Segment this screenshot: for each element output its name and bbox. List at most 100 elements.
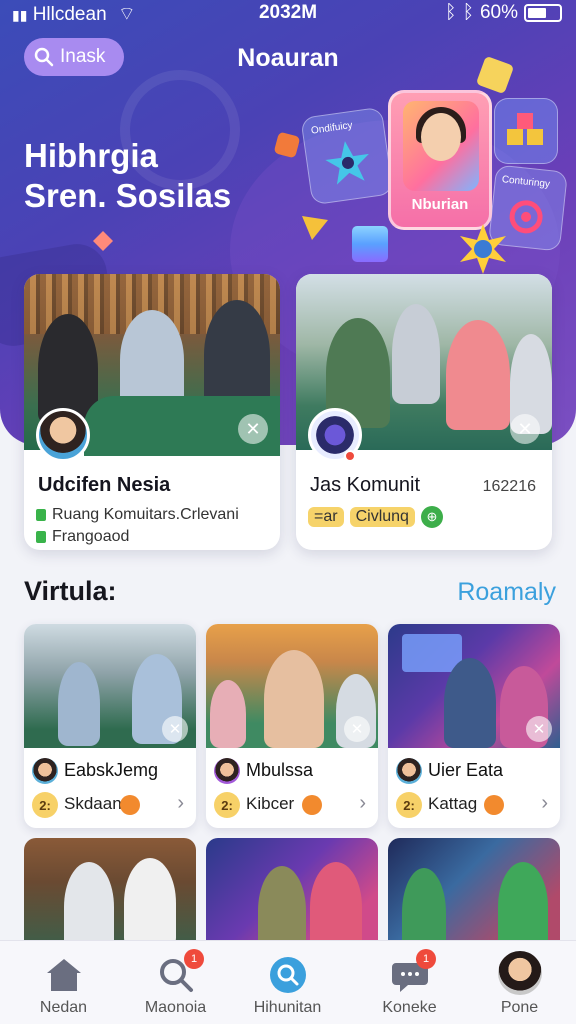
person-figure — [210, 680, 246, 748]
person-figure — [444, 658, 496, 748]
bluetooth-icon: ᛒ — [462, 2, 474, 23]
avatar[interactable] — [36, 408, 90, 462]
avatar — [214, 758, 240, 784]
nav-label: Pone — [500, 999, 539, 1016]
featured-name: Udcifen Nesia — [38, 474, 171, 496]
chevron-right-icon[interactable]: › — [541, 792, 548, 815]
emoji-icon: 2: — [32, 792, 58, 818]
bluetooth-icon: ᛒ — [445, 2, 457, 23]
emoji-icon: 2: — [396, 792, 422, 818]
featured-card[interactable]: ✕ Udcifen Nesia Ruang Komuitars.Crlevani… — [24, 274, 280, 550]
featured-detail-text: Frangoaod — [52, 528, 130, 545]
profile-avatar — [498, 951, 542, 995]
section-title: Virtula: — [24, 576, 117, 606]
reaction-icon — [302, 795, 322, 815]
member-count: 162216 — [482, 478, 536, 495]
nav-item-home[interactable]: Nedan — [6, 941, 121, 1024]
close-icon[interactable]: ✕ — [162, 716, 188, 742]
community-card[interactable]: ✕ EabskJemg 2: Skdaan › — [24, 624, 196, 828]
star-icon — [325, 141, 369, 185]
featured-detail: Frangoaod — [36, 528, 129, 546]
nav-item-chat[interactable]: 1 Koneke — [352, 941, 467, 1024]
status-right: ᛒ ᛒ 60% — [445, 2, 562, 24]
target-icon — [509, 200, 543, 234]
battery-percent: 60% — [479, 2, 518, 23]
community-name: Uier Eata — [428, 760, 504, 780]
bottom-nav: Nedan 1 Maonoia Hihunitan 1 Koneke Pone — [0, 940, 576, 1024]
avatar — [396, 758, 422, 784]
close-icon[interactable]: ✕ — [510, 414, 540, 444]
reaction-icon — [484, 795, 504, 815]
hero-title: Hibhrgia Sren. Sosilas — [24, 136, 231, 216]
nav-item-discover[interactable]: Hihunitan — [230, 941, 345, 1024]
person-figure — [402, 868, 446, 948]
nav-label: Hihunitan — [253, 999, 322, 1016]
avatar — [32, 758, 58, 784]
blocks-icon — [507, 113, 543, 145]
person-figure — [204, 300, 270, 410]
profile-card-label: Nburian — [411, 196, 469, 213]
diamond-icon — [93, 231, 113, 251]
community-card[interactable]: ✕ Mbulssa 2: Kibcer › — [206, 624, 378, 828]
featured-card[interactable]: ✕ Jas Komunit 162216 =ar Civlunq ⊕ — [296, 274, 552, 550]
person-figure — [446, 320, 510, 430]
community-card-partial[interactable] — [388, 838, 560, 948]
community-label: Skdaan — [64, 794, 122, 813]
battery-icon — [524, 4, 562, 22]
nav-item-profile[interactable]: Pone — [462, 941, 576, 1024]
search-circle-icon — [270, 957, 306, 993]
tag-chip[interactable]: =ar — [308, 507, 344, 527]
featured-detail: Ruang Komuitars.Crlevani — [36, 506, 239, 524]
community-icon: ⊕ — [420, 506, 443, 528]
featured-name: Jas Komunit — [310, 474, 421, 496]
hero-profile-card[interactable]: Nburian — [388, 90, 492, 230]
community-label: Kattag — [428, 794, 478, 813]
community-name: Mbulssa — [246, 760, 314, 780]
hero-floating-card: Ondifuicy — [300, 106, 394, 206]
location-icon — [36, 531, 46, 543]
chevron-right-icon[interactable]: › — [177, 792, 184, 815]
status-bar: ▮▮ Hllcdean ⌔ 2032M ᛒ ᛒ 60% — [0, 0, 576, 28]
app-title: Noauran — [237, 44, 339, 72]
person-figure — [120, 310, 184, 410]
close-icon[interactable]: ✕ — [526, 716, 552, 742]
reaction-icon — [120, 795, 140, 815]
nav-label: Nedan — [39, 999, 88, 1016]
person-figure — [58, 662, 100, 746]
sun-icon — [460, 224, 506, 274]
hero-title-line1: Hibhrgia — [24, 137, 158, 174]
nav-label: Maonoia — [144, 999, 207, 1016]
hero-floating-card-label: Ondifuicy — [310, 119, 354, 137]
community-card-partial[interactable] — [206, 838, 378, 948]
person-figure — [124, 858, 176, 948]
triangle-icon — [302, 216, 328, 240]
notification-badge: 1 — [416, 949, 436, 969]
person-figure — [258, 866, 306, 948]
chevron-right-icon[interactable]: › — [359, 792, 366, 815]
community-card[interactable]: ✕ Uier Eata 2: Kattag › — [388, 624, 560, 828]
notification-badge: 1 — [184, 949, 204, 969]
screen-display — [402, 634, 462, 672]
location-icon — [36, 509, 46, 521]
home-icon — [47, 959, 81, 991]
person-figure — [498, 862, 548, 948]
profile-portrait — [403, 101, 479, 191]
hero-floating-card — [494, 98, 558, 164]
person-figure — [264, 650, 324, 748]
featured-tags: =ar Civlunq ⊕ — [308, 506, 443, 528]
person-figure — [64, 862, 114, 948]
see-all-link[interactable]: Roamaly — [457, 578, 556, 607]
close-icon[interactable]: ✕ — [344, 716, 370, 742]
community-name: EabskJemg — [64, 760, 159, 780]
person-figure — [310, 862, 362, 948]
cube-icon — [352, 226, 388, 262]
hero-floating-card-label: Conturingy — [501, 174, 551, 191]
close-icon[interactable]: ✕ — [238, 414, 268, 444]
emoji-icon: 2: — [214, 792, 240, 818]
community-label: Kibcer — [246, 794, 295, 813]
person-figure — [392, 304, 440, 404]
tag-chip[interactable]: Civlunq — [349, 507, 415, 527]
nav-item-search[interactable]: 1 Maonoia — [118, 941, 233, 1024]
hero-title-line2: Sren. Sosilas — [24, 177, 232, 214]
community-card-partial[interactable] — [24, 838, 196, 948]
